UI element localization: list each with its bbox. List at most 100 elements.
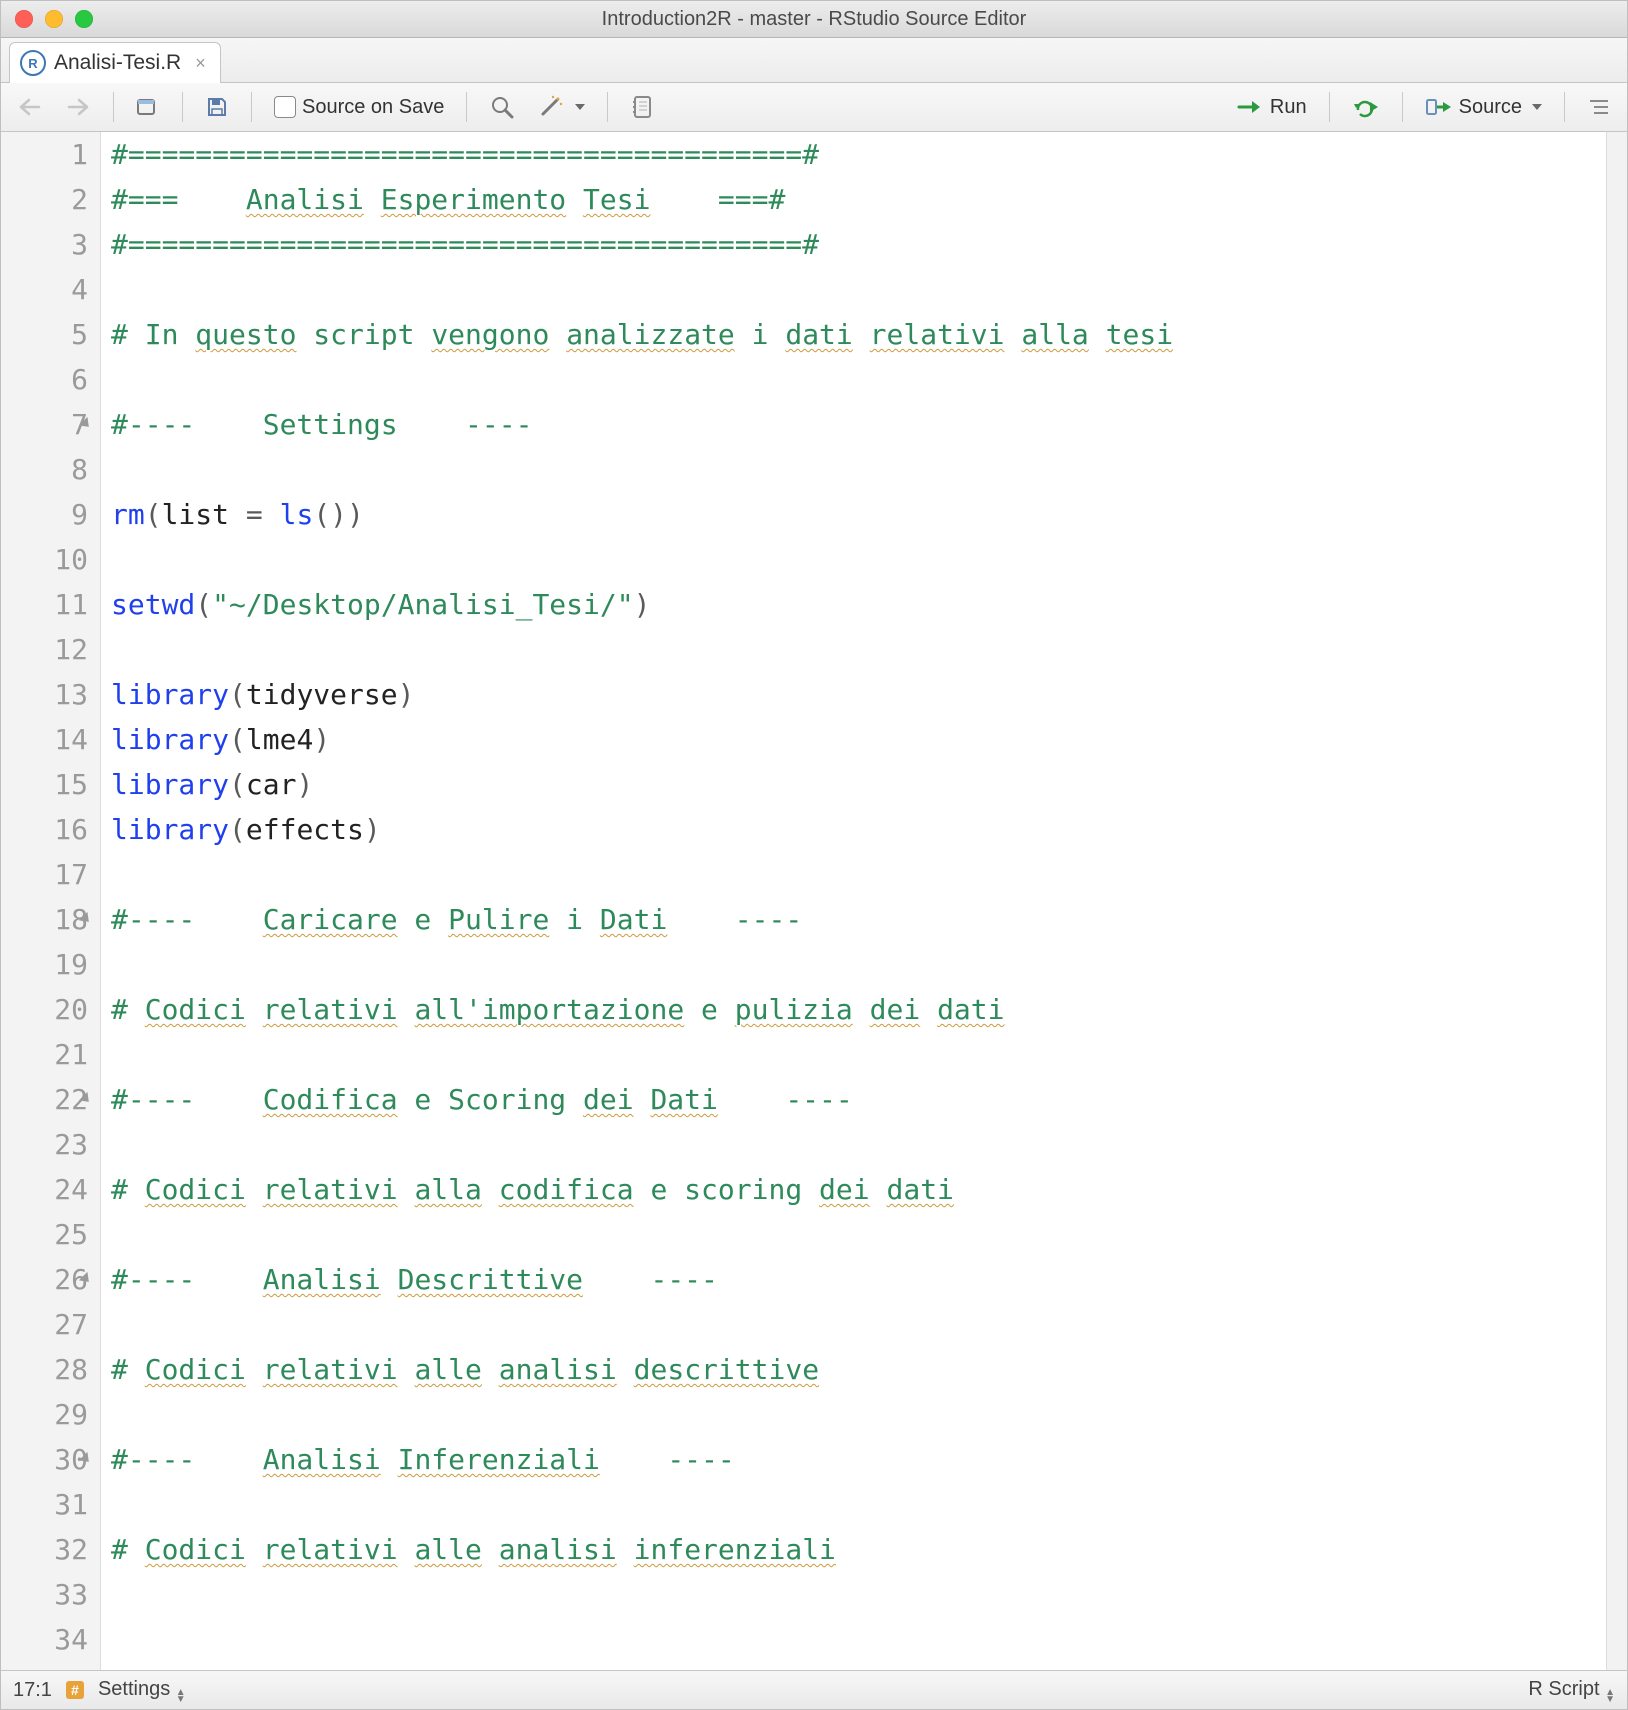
close-window-button[interactable] — [15, 10, 33, 28]
code-line[interactable] — [111, 1392, 1606, 1437]
line-number[interactable]: 8 — [1, 447, 88, 492]
code-line[interactable]: setwd("~/Desktop/Analisi_Tesi/") — [111, 582, 1606, 627]
line-number[interactable]: 6 — [1, 357, 88, 402]
code-line[interactable]: # Codici relativi alle analisi inferenzi… — [111, 1527, 1606, 1572]
code-line[interactable] — [111, 627, 1606, 672]
code-line[interactable] — [111, 942, 1606, 987]
code-line[interactable]: rm(list = ls()) — [111, 492, 1606, 537]
line-number[interactable]: 21 — [1, 1032, 88, 1077]
line-number[interactable]: 17 — [1, 852, 88, 897]
line-number[interactable]: 18 — [1, 897, 88, 942]
line-number[interactable]: 16 — [1, 807, 88, 852]
code-line[interactable] — [111, 1482, 1606, 1527]
line-number[interactable]: 30 — [1, 1437, 88, 1482]
line-number[interactable]: 10 — [1, 537, 88, 582]
code-line[interactable]: #---- Caricare e Pulire i Dati ---- — [111, 897, 1606, 942]
line-number[interactable]: 7 — [1, 402, 88, 447]
line-number[interactable]: 3 — [1, 222, 88, 267]
code-line[interactable] — [111, 1122, 1606, 1167]
nav-forward-button[interactable] — [59, 95, 97, 119]
code-line[interactable]: library(car) — [111, 762, 1606, 807]
fold-icon[interactable] — [79, 417, 93, 431]
source-on-save-toggle[interactable]: Source on Save — [268, 94, 450, 121]
code-line[interactable] — [111, 537, 1606, 582]
code-line[interactable]: #=======================================… — [111, 132, 1606, 177]
line-number[interactable]: 5 — [1, 312, 88, 357]
cursor-position[interactable]: 17:1 — [13, 1679, 52, 1702]
line-number[interactable]: 1 — [1, 132, 88, 177]
line-number[interactable]: 23 — [1, 1122, 88, 1167]
code-line[interactable] — [111, 357, 1606, 402]
line-number[interactable]: 4 — [1, 267, 88, 312]
line-number[interactable]: 15 — [1, 762, 88, 807]
line-number-gutter[interactable]: 1234567891011121314151617181920212223242… — [1, 132, 101, 1670]
line-number[interactable]: 31 — [1, 1482, 88, 1527]
code-line[interactable] — [111, 1572, 1606, 1617]
line-number[interactable]: 27 — [1, 1302, 88, 1347]
code-area[interactable]: #=======================================… — [101, 132, 1606, 1670]
outline-toggle-button[interactable] — [1581, 95, 1617, 119]
code-line[interactable]: library(lme4) — [111, 717, 1606, 762]
code-line[interactable] — [111, 1617, 1606, 1662]
language-label: R Script — [1528, 1678, 1599, 1700]
file-tab[interactable]: R Analisi-Tesi.R × — [9, 42, 221, 83]
line-number[interactable]: 33 — [1, 1572, 88, 1617]
run-button[interactable]: Run — [1230, 94, 1313, 121]
line-number[interactable]: 32 — [1, 1527, 88, 1572]
line-number[interactable]: 29 — [1, 1392, 88, 1437]
line-number[interactable]: 2 — [1, 177, 88, 222]
scrollbar[interactable] — [1606, 132, 1627, 1670]
line-number[interactable]: 20 — [1, 987, 88, 1032]
line-number[interactable]: 9 — [1, 492, 88, 537]
code-line[interactable]: #---- Analisi Inferenziali ---- — [111, 1437, 1606, 1482]
code-tools-button[interactable] — [531, 92, 591, 122]
code-line[interactable]: #=======================================… — [111, 222, 1606, 267]
language-picker[interactable]: R Script ▲▼ — [1528, 1678, 1615, 1703]
code-line[interactable]: library(effects) — [111, 807, 1606, 852]
nav-back-button[interactable] — [11, 95, 49, 119]
line-number[interactable]: 12 — [1, 627, 88, 672]
source-button[interactable]: Source — [1419, 94, 1548, 121]
line-number[interactable]: 14 — [1, 717, 88, 762]
line-number[interactable]: 28 — [1, 1347, 88, 1392]
code-line[interactable]: # Codici relativi all'importazione e pul… — [111, 987, 1606, 1032]
fold-icon[interactable] — [79, 912, 93, 926]
code-line[interactable]: library(tidyverse) — [111, 672, 1606, 717]
code-line[interactable] — [111, 447, 1606, 492]
code-line[interactable]: # Codici relativi alle analisi descritti… — [111, 1347, 1606, 1392]
code-line[interactable]: #---- Codifica e Scoring dei Dati ---- — [111, 1077, 1606, 1122]
line-number[interactable]: 19 — [1, 942, 88, 987]
line-number[interactable]: 13 — [1, 672, 88, 717]
line-number[interactable]: 26 — [1, 1257, 88, 1302]
code-editor[interactable]: 1234567891011121314151617181920212223242… — [1, 132, 1627, 1670]
line-number[interactable]: 11 — [1, 582, 88, 627]
rerun-button[interactable] — [1346, 94, 1386, 120]
code-line[interactable] — [111, 1212, 1606, 1257]
fold-icon[interactable] — [79, 1092, 93, 1106]
code-line[interactable]: #---- Settings ---- — [111, 402, 1606, 447]
code-line[interactable]: #---- Analisi Descrittive ---- — [111, 1257, 1606, 1302]
fold-icon[interactable] — [79, 1272, 93, 1286]
compile-report-button[interactable] — [624, 92, 660, 122]
show-in-new-window-button[interactable] — [130, 94, 166, 120]
code-line[interactable] — [111, 1302, 1606, 1347]
code-line[interactable] — [111, 267, 1606, 312]
close-tab-icon[interactable]: × — [195, 53, 206, 74]
fold-icon[interactable] — [79, 1452, 93, 1466]
zoom-window-button[interactable] — [75, 10, 93, 28]
line-number[interactable]: 34 — [1, 1617, 88, 1662]
arrow-left-icon — [17, 97, 43, 117]
line-number[interactable]: 22 — [1, 1077, 88, 1122]
find-button[interactable] — [483, 92, 521, 122]
code-line[interactable] — [111, 1032, 1606, 1077]
minimize-window-button[interactable] — [45, 10, 63, 28]
line-number[interactable]: 24 — [1, 1167, 88, 1212]
line-number[interactable]: 25 — [1, 1212, 88, 1257]
section-picker[interactable]: Settings ▲▼ — [98, 1678, 186, 1703]
save-button[interactable] — [199, 93, 235, 121]
code-line[interactable]: # Codici relativi alla codifica e scorin… — [111, 1167, 1606, 1212]
code-line[interactable] — [111, 852, 1606, 897]
code-line[interactable]: # In questo script vengono analizzate i … — [111, 312, 1606, 357]
code-line[interactable]: #=== Analisi Esperimento Tesi ===# — [111, 177, 1606, 222]
wand-icon — [537, 94, 565, 120]
